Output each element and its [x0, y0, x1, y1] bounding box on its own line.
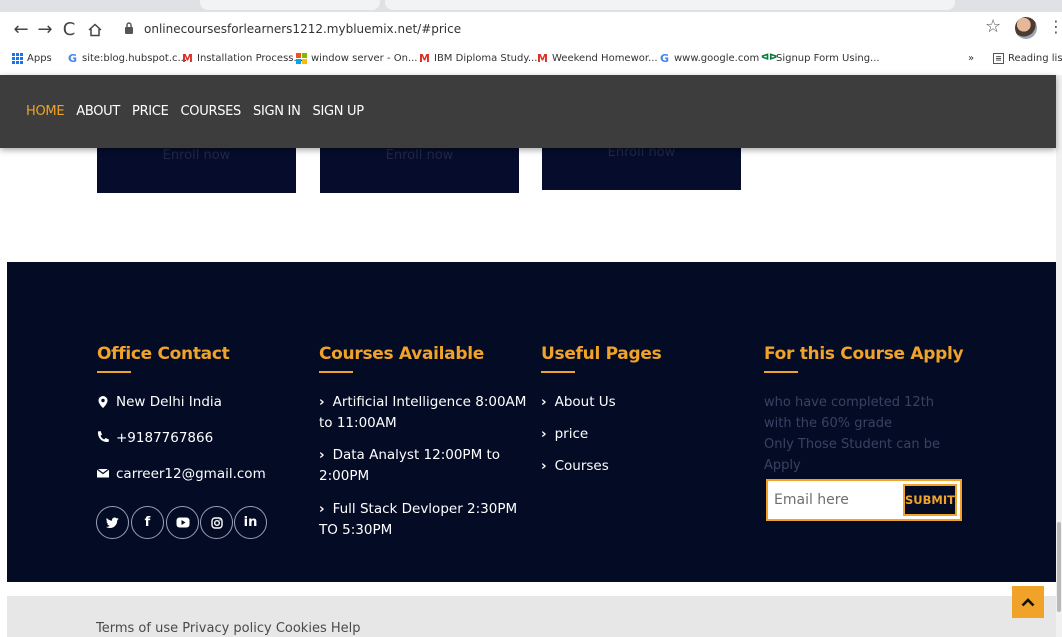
useful-pages-title: Useful Pages: [541, 344, 662, 364]
google-icon: G: [67, 52, 78, 65]
apps-grid-icon: [12, 53, 23, 64]
title-underline: [764, 371, 798, 373]
title-underline: [97, 371, 131, 373]
windows-icon: [296, 53, 307, 64]
office-address: New Delhi India: [116, 394, 222, 410]
link-icon: ᐊᐅ: [761, 53, 778, 63]
nav-sign-up[interactable]: SIGN UP: [313, 104, 365, 119]
nav-menu: HOME ABOUT PRICE COURSES SIGN IN SIGN UP: [26, 104, 376, 119]
submit-button[interactable]: SUBMIT: [903, 484, 957, 516]
enroll-button[interactable]: Enroll now: [320, 148, 519, 163]
bookmark-star-icon[interactable]: ☆: [985, 16, 1001, 37]
bookmark-item[interactable]: window server - On...: [296, 53, 417, 64]
useful-link-courses[interactable]: › Courses: [541, 456, 751, 477]
instagram-icon[interactable]: [200, 506, 233, 539]
useful-link-price[interactable]: › price: [541, 424, 751, 445]
bookmark-item[interactable]: M Installation Process...: [182, 53, 303, 64]
price-card: Enroll now: [542, 145, 741, 190]
back-to-top-button[interactable]: [1012, 586, 1044, 618]
bookmark-item[interactable]: G site:blog.hubspot.c...: [67, 53, 187, 64]
bookmark-item[interactable]: M Weekend Homewor...: [537, 53, 658, 64]
mail-icon: [96, 468, 110, 478]
useful-link-about[interactable]: › About Us: [541, 392, 751, 413]
google-icon: G: [659, 52, 670, 65]
browser-tab-active[interactable]: [385, 0, 955, 10]
linkedin-icon[interactable]: in: [234, 506, 267, 539]
chevron-right-icon: ›: [541, 458, 547, 474]
chevron-right-icon: ›: [541, 426, 547, 442]
menu-kebab-icon[interactable]: ⋮: [1048, 17, 1062, 36]
nav-about[interactable]: ABOUT: [76, 104, 120, 119]
nav-sign-in[interactable]: SIGN IN: [253, 104, 301, 119]
gmail-icon: M: [182, 52, 193, 65]
email-input[interactable]: [774, 487, 900, 513]
back-arrow-icon[interactable]: ←: [10, 18, 32, 42]
facebook-icon[interactable]: f: [131, 506, 164, 539]
browser-tab[interactable]: [200, 0, 380, 10]
apply-description: who have completed 12th with the 60% gra…: [764, 395, 940, 473]
course-item[interactable]: › Full Stack Devloper 2:30PM TO 5:30PM: [319, 499, 529, 541]
course-item[interactable]: › Artificial Intelligence 8:00AM to 11:00…: [319, 392, 529, 434]
reload-icon[interactable]: C: [58, 18, 80, 42]
scrollbar-thumb[interactable]: [1057, 522, 1061, 612]
legal-links[interactable]: Terms of use Privacy policy Cookies Help: [96, 621, 361, 636]
price-card: Enroll now: [320, 148, 519, 193]
price-card: Enroll now: [97, 148, 296, 193]
location-pin-icon: [98, 396, 108, 408]
bookmark-item[interactable]: ᐊᐅ Signup Form Using...: [761, 53, 880, 64]
nav-price[interactable]: PRICE: [132, 104, 169, 119]
gmail-icon: M: [419, 52, 430, 65]
chevron-right-icon: ›: [319, 447, 325, 463]
course-item[interactable]: › Data Analyst 12:00PM to 2:00PM: [319, 445, 529, 487]
chevron-right-icon: ›: [319, 501, 325, 517]
office-email[interactable]: carreer12@gmail.com: [116, 464, 266, 484]
office-phone: +9187767866: [116, 430, 214, 446]
title-underline: [319, 371, 353, 373]
nav-home[interactable]: HOME: [26, 104, 65, 119]
chevron-right-icon: ›: [541, 394, 547, 410]
title-underline: [541, 371, 575, 373]
enroll-button[interactable]: Enroll now: [97, 148, 296, 163]
course-apply-title: For this Course Apply: [764, 344, 964, 364]
forward-arrow-icon[interactable]: →: [34, 18, 56, 42]
bookmark-apps[interactable]: Apps: [12, 53, 52, 64]
lock-icon: [125, 22, 133, 34]
chevron-up-icon: [1021, 597, 1035, 606]
profile-avatar[interactable]: [1015, 17, 1037, 39]
reading-list-icon: ≡: [993, 53, 1004, 64]
chevron-right-icon: ›: [319, 394, 325, 410]
address-bar[interactable]: onlinecoursesforlearners1212.mybluemix.n…: [144, 22, 461, 36]
home-icon[interactable]: [84, 18, 106, 42]
reading-list-button[interactable]: ≡ Reading list: [993, 53, 1062, 64]
courses-available-title: Courses Available: [319, 344, 484, 364]
phone-icon: [97, 431, 109, 443]
gmail-icon: M: [537, 52, 548, 65]
bookmark-item[interactable]: G www.google.com: [659, 53, 759, 64]
twitter-icon[interactable]: [96, 506, 129, 539]
office-contact-title: Office Contact: [97, 344, 230, 364]
bookmark-item[interactable]: M IBM Diploma Study...: [419, 53, 537, 64]
more-bookmarks-button[interactable]: »: [968, 53, 974, 64]
nav-courses[interactable]: COURSES: [181, 104, 242, 119]
youtube-icon[interactable]: [166, 506, 199, 539]
